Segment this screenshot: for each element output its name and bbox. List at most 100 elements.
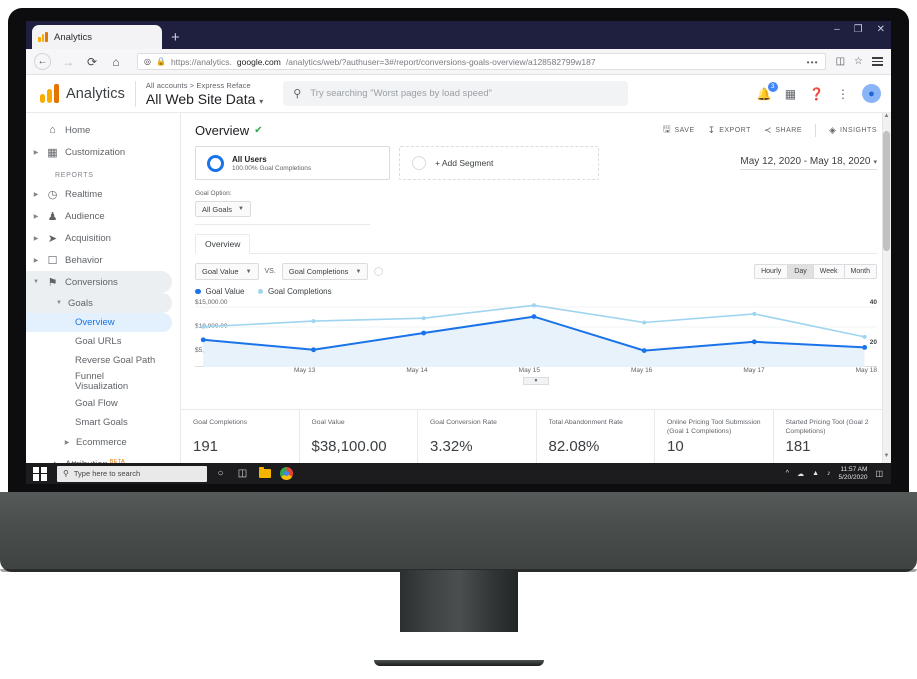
share-label: SHARE [775, 126, 803, 134]
windows-start-icon[interactable] [33, 466, 47, 481]
file-explorer-icon[interactable] [256, 465, 273, 482]
close-window-button[interactable]: ✕ [877, 25, 885, 35]
tab-title: Analytics [54, 31, 93, 43]
behavior-icon: ☐ [47, 254, 58, 267]
sidebar-item-goals-overview[interactable]: Overview [26, 313, 172, 332]
minimize-button[interactable]: – [834, 25, 840, 35]
chart-collapse-handle[interactable]: ▼ [523, 377, 549, 385]
sidebar-item-goals[interactable]: ▼ Goals [26, 293, 172, 313]
metric-card[interactable]: Started Pricing Tool (Goal 2 Completions… [774, 410, 892, 463]
metric-card-label: Started Pricing Tool (Goal 2 Completions… [785, 419, 869, 435]
property-selector[interactable]: All accounts > Express Reface All Web Si… [146, 81, 263, 107]
analytics-wordmark: Analytics [66, 85, 125, 102]
tab-overview[interactable]: Overview [195, 234, 251, 254]
sidebar-item-ecommerce[interactable]: ▶ Ecommerce [26, 432, 180, 452]
chevron-down-icon: ▾ [873, 159, 877, 166]
legend-label: Goal Completions [268, 287, 332, 296]
sidebar-item-home[interactable]: ⌂ Home [26, 119, 180, 141]
granularity-hourly[interactable]: Hourly [755, 265, 789, 278]
browser-titlebar: Analytics close-icon + – ❐ ✕ [26, 21, 891, 49]
maximize-button[interactable]: ❐ [854, 25, 863, 35]
add-segment-button[interactable]: + Add Segment [399, 146, 599, 180]
metric-card[interactable]: Online Pricing Tool Submission (Goal 1 C… [655, 410, 774, 463]
star-icon[interactable]: ☆ [854, 56, 863, 67]
sidebar-item-reverse-goal-path[interactable]: Reverse Goal Path [26, 351, 180, 370]
save-button[interactable]: 🖫 SAVE [663, 122, 695, 138]
forward-button[interactable]: → [61, 55, 75, 69]
address-bar[interactable]: ◎ 🔒 https://analytics. google.com/analyti… [137, 53, 826, 70]
reader-icon[interactable]: ◫ [836, 56, 845, 67]
metric-card[interactable]: Goal Completions 191 [181, 410, 300, 463]
sidebar-item-acquisition[interactable]: ▶ ➤ Acquisition [26, 227, 180, 249]
sidebar-item-goal-flow[interactable]: Goal Flow [26, 394, 180, 413]
report-header: Overview ✔ 🖫 SAVE ↧ EXPORT ≺ SHARE ◈ INSIGHT… [195, 122, 877, 138]
shield-icon: ◎ [144, 57, 151, 66]
metric-card-value: 10 [667, 438, 684, 455]
taskbar-search-input[interactable]: ⚲ Type here to search [57, 465, 207, 482]
sidebar-item-realtime[interactable]: ▶ ◷ Realtime [26, 183, 180, 205]
volume-icon[interactable]: ♪ [827, 470, 831, 477]
analytics-logo[interactable]: Analytics [40, 84, 125, 103]
page-actions-icon[interactable]: ••• [807, 57, 819, 67]
vertical-scrollbar[interactable]: ▲ ▼ [882, 113, 891, 463]
analytics-header: Analytics All accounts > Express Reface … [26, 75, 891, 113]
scroll-down-icon[interactable]: ▼ [882, 453, 891, 463]
analytics-body: ⌂ Home ▶ ▦ Customization REPORTS ▶ ◷ Rea… [26, 113, 891, 463]
segment-all-users[interactable]: All Users 100.00% Goal Completions [195, 146, 390, 180]
sidebar-item-label: Smart Goals [75, 417, 128, 428]
cortana-circle-icon[interactable]: ○ [212, 465, 229, 482]
chrome-icon[interactable] [278, 465, 295, 482]
network-icon[interactable]: ▲ [812, 470, 819, 477]
sidebar-item-conversions[interactable]: ▼ ⚑ Conversions [26, 271, 172, 293]
scroll-up-icon[interactable]: ▲ [882, 113, 891, 123]
back-button[interactable]: ← [34, 53, 51, 70]
tray-chevron-icon[interactable]: ^ [786, 470, 789, 477]
plus-icon[interactable]: + [171, 29, 180, 46]
metric-card[interactable]: Goal Conversion Rate 3.32% [418, 410, 537, 463]
taskbar-clock[interactable]: 11:57 AM 5/20/2020 [839, 466, 868, 482]
share-button[interactable]: ≺ SHARE [764, 125, 802, 136]
hamburger-icon[interactable] [872, 57, 883, 66]
metric-card[interactable]: Goal Value $38,100.00 [300, 410, 418, 463]
granularity-week[interactable]: Week [813, 265, 845, 278]
help-icon[interactable]: ❓ [809, 87, 824, 101]
date-range-selector[interactable]: May 12, 2020 - May 18, 2020 ▾ [740, 156, 877, 170]
reload-button[interactable]: ⟳ [85, 55, 99, 69]
task-view-icon[interactable]: ◫ [234, 465, 251, 482]
primary-metric-select[interactable]: Goal Value ▼ [195, 263, 259, 280]
bell-icon[interactable]: 🔔 3 [757, 81, 778, 101]
sidebar-item-behavior[interactable]: ▶ ☐ Behavior [26, 249, 180, 271]
goal-option-value: All Goals [202, 204, 233, 214]
secondary-metric-select[interactable]: Goal Completions ▼ [281, 263, 369, 280]
sidebar-item-attribution[interactable]: ⇄ AttributionBETA [26, 454, 180, 463]
browser-tab[interactable]: Analytics close-icon [32, 25, 162, 49]
sidebar-item-goal-urls[interactable]: Goal URLs [26, 332, 180, 351]
avatar[interactable]: ● [862, 84, 881, 103]
search-input[interactable]: ⚲ Try searching "Worst pages by load spe… [283, 81, 629, 106]
granularity-day[interactable]: Day [788, 265, 814, 278]
save-icon: 🖫 [662, 124, 671, 134]
sidebar-item-audience[interactable]: ▶ ♟ Audience [26, 205, 180, 227]
monitor: Analytics close-icon + – ❐ ✕ ← → ⟳ ⌂ ◎ 🔒 [0, 0, 917, 679]
lock-icon: 🔒 [155, 57, 166, 66]
scrollbar-thumb[interactable] [883, 131, 890, 251]
export-button[interactable]: ↧ EXPORT [708, 125, 751, 136]
apps-grid-icon[interactable]: ▦ [785, 87, 796, 101]
metric-card-value: 181 [785, 438, 811, 455]
sidebar-item-customization[interactable]: ▶ ▦ Customization [26, 141, 180, 163]
chevron-down-icon: ▼ [33, 279, 39, 285]
search-icon: ⚲ [63, 469, 69, 478]
action-center-icon[interactable]: ◫ [875, 469, 883, 478]
goal-option-select[interactable]: All Goals ▼ [195, 201, 251, 217]
onedrive-icon[interactable]: ☁ [797, 470, 804, 478]
timeline-chart[interactable]: $15,000.00 $10,000.00 $5,000.00 40 20 Ma… [195, 299, 877, 385]
legend-goal-value: Goal Value [195, 287, 245, 296]
more-vertical-icon[interactable]: ⋮ [837, 87, 849, 101]
sidebar-item-funnel-visualization[interactable]: Funnel Visualization [26, 370, 180, 394]
metric-card[interactable]: Total Abandonment Rate 82.08% [537, 410, 655, 463]
granularity-month[interactable]: Month [844, 265, 876, 278]
sidebar-item-smart-goals[interactable]: Smart Goals [26, 413, 180, 432]
add-metric-button[interactable] [374, 267, 384, 276]
home-button[interactable]: ⌂ [109, 55, 123, 69]
insights-button[interactable]: ◈ INSIGHTS [829, 125, 877, 136]
